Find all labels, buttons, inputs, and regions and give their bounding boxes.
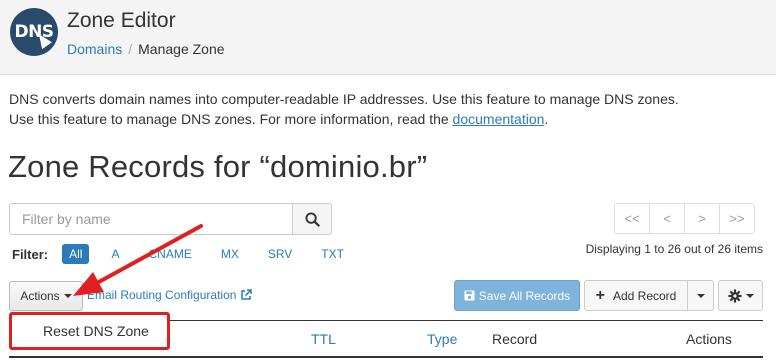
description-line-2: Use this feature to manage DNS zones. Fo… — [9, 109, 769, 129]
pagination: << < > >> — [614, 203, 755, 234]
actions-dropdown-button[interactable]: Actions — [9, 281, 83, 311]
save-all-records-button[interactable]: Save All Records — [454, 280, 580, 311]
actions-dropdown-menu: Reset DNS Zone — [9, 312, 170, 350]
description-line-2-text: Use this feature to manage DNS zones. Fo… — [9, 111, 453, 127]
filter-txt[interactable]: TXT — [314, 244, 351, 264]
plus-icon: + — [595, 286, 605, 304]
breadcrumb: Domains / Manage Zone — [67, 41, 225, 57]
breadcrumb-separator: / — [128, 41, 133, 57]
external-link-icon — [241, 289, 253, 300]
caret-down-icon — [696, 293, 705, 298]
column-header-actions: Actions — [686, 331, 732, 347]
first-page-button[interactable]: << — [614, 203, 650, 234]
zone-records-title: Zone Records for “dominio.br” — [8, 149, 428, 184]
description-line-2-end: . — [544, 111, 549, 127]
settings-dropdown-button[interactable] — [718, 280, 763, 311]
breadcrumb-domains-link[interactable]: Domains — [67, 41, 122, 57]
save-icon — [464, 290, 475, 301]
caret-down-icon — [63, 294, 72, 298]
filter-all[interactable]: All — [62, 244, 90, 264]
dns-logo-icon: DNS — [10, 8, 58, 56]
filter-mx[interactable]: MX — [214, 244, 246, 264]
add-record-dropdown-button[interactable] — [687, 280, 714, 311]
search-bar — [9, 203, 332, 235]
email-routing-label: Email Routing Configuration — [87, 288, 237, 302]
actions-label: Actions — [20, 289, 60, 303]
save-all-label: Save All Records — [478, 288, 571, 303]
search-icon — [304, 211, 320, 227]
documentation-link[interactable]: documentation — [453, 111, 545, 127]
breadcrumb-current: Manage Zone — [138, 41, 225, 57]
search-button[interactable] — [292, 203, 332, 235]
filter-cname[interactable]: CNAME — [141, 244, 198, 264]
description-line-1: DNS converts domain names into computer-… — [9, 91, 679, 107]
filter-a[interactable]: A — [104, 244, 126, 264]
gear-icon — [727, 288, 742, 303]
last-page-button[interactable]: >> — [719, 203, 755, 234]
filter-row: Filter: All A CNAME MX SRV TXT — [12, 243, 351, 265]
add-record-label: Add Record — [612, 288, 677, 303]
prev-page-button[interactable]: < — [649, 203, 685, 234]
reset-dns-zone-menu-item[interactable]: Reset DNS Zone — [43, 323, 149, 339]
email-routing-link[interactable]: Email Routing Configuration — [87, 288, 253, 302]
add-record-button[interactable]: + Add Record — [584, 280, 688, 311]
page-header: DNS Zone Editor Domains / Manage Zone — [0, 0, 776, 75]
column-header-record: Record — [492, 331, 538, 347]
filter-by-name-input[interactable] — [9, 203, 292, 235]
filter-srv[interactable]: SRV — [261, 244, 299, 264]
column-header-type[interactable]: Type — [427, 331, 457, 347]
display-count: Displaying 1 to 26 out of 26 items — [585, 242, 763, 256]
next-page-button[interactable]: > — [684, 203, 720, 234]
column-header-ttl[interactable]: TTL — [311, 331, 336, 347]
page-description: DNS converts domain names into computer-… — [9, 89, 769, 129]
caret-down-icon — [745, 293, 754, 298]
filter-label: Filter: — [12, 246, 49, 262]
page-title: Zone Editor — [67, 9, 176, 32]
zone-editor-page: DNS Zone Editor Domains / Manage Zone DNS … — [0, 0, 776, 364]
